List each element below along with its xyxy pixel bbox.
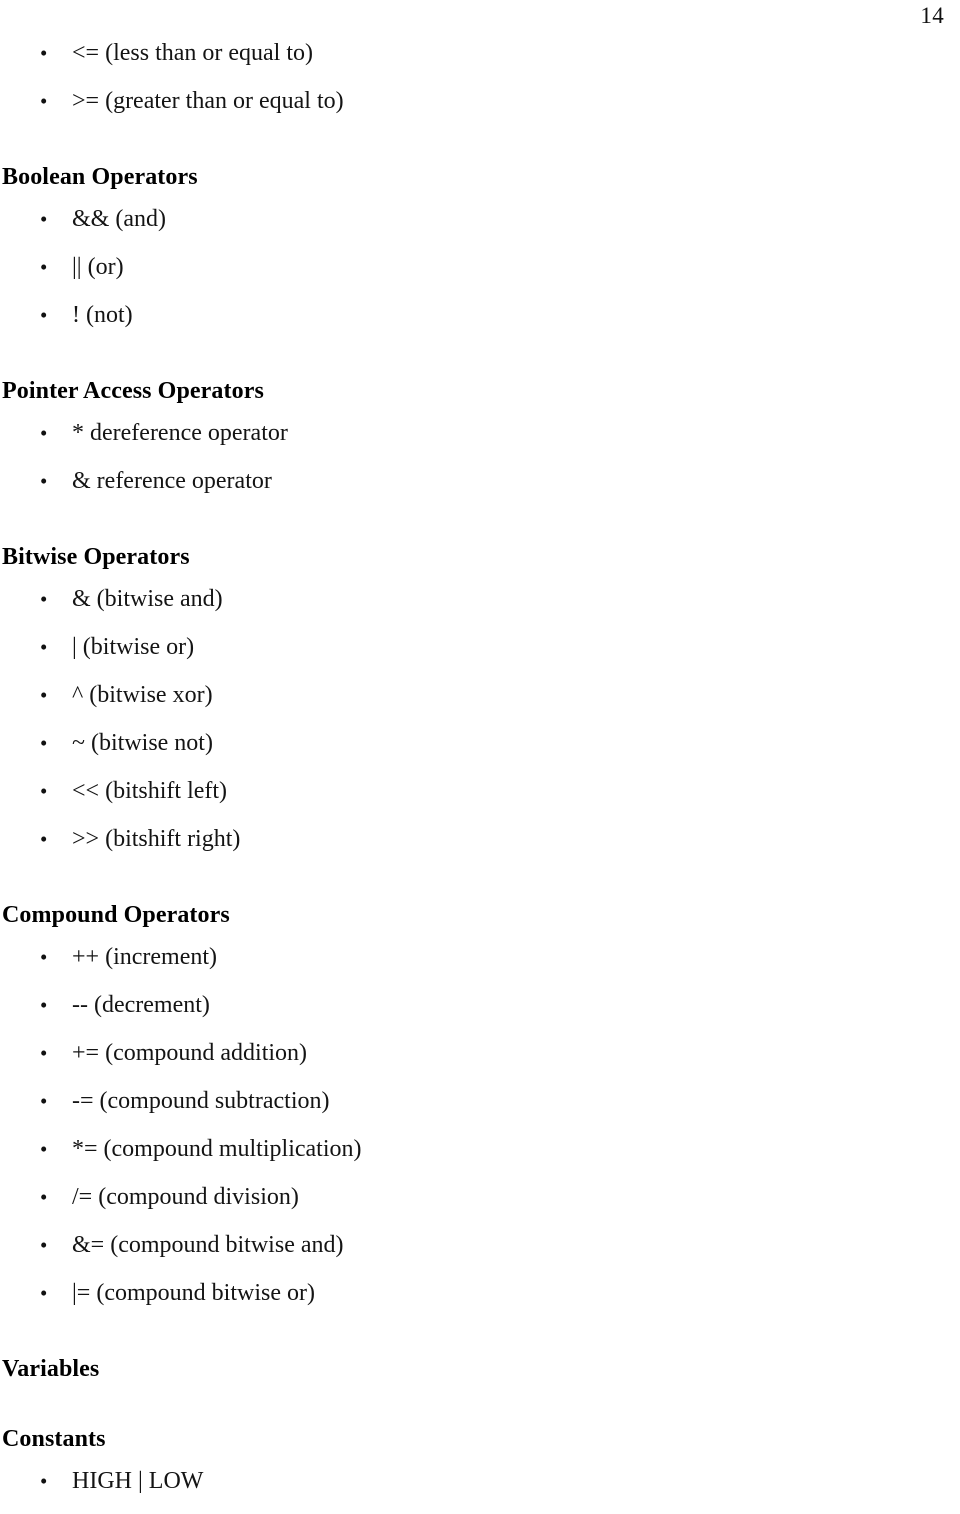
bullet-icon: • bbox=[40, 1185, 48, 1209]
list-item-label: << (bitshift left) bbox=[72, 778, 228, 804]
bullet-icon: • bbox=[40, 1089, 48, 1113]
bullet-icon: • bbox=[40, 945, 48, 969]
list-item-label: *= (compound multiplication) bbox=[72, 1136, 362, 1162]
heading-spacer bbox=[0, 192, 900, 204]
list-item-label: ^ (bitwise xor) bbox=[72, 682, 213, 708]
list-item: • /= (compound division) bbox=[0, 1182, 900, 1230]
bullet-icon: • bbox=[40, 731, 48, 755]
list-item-label: & reference operator bbox=[72, 468, 272, 494]
heading-spacer bbox=[0, 1384, 900, 1396]
list-item-label: * dereference operator bbox=[72, 420, 288, 446]
list-item-label: ++ (increment) bbox=[72, 944, 218, 970]
list-item-label: || (or) bbox=[72, 254, 124, 280]
section-heading: Constants bbox=[2, 1426, 106, 1452]
bullet-icon: • bbox=[40, 1233, 48, 1257]
list-item-label: -- (decrement) bbox=[72, 992, 210, 1018]
list-item: • ! (not) bbox=[0, 300, 900, 348]
intro-bullet-list: • <= (less than or equal to) • >= (greater … bbox=[0, 38, 900, 134]
list-item: • & (bitwise and) bbox=[0, 584, 900, 632]
list-item-label: HIGH | LOW bbox=[72, 1468, 204, 1494]
list-item-label: >= (greater than or equal to) bbox=[72, 88, 344, 114]
section-heading: Pointer Access Operators bbox=[2, 378, 264, 404]
bullet-icon: • bbox=[40, 1281, 48, 1305]
list-item: • << (bitshift left) bbox=[0, 776, 900, 824]
bullet-icon: • bbox=[40, 469, 48, 493]
bullet-icon: • bbox=[40, 635, 48, 659]
bullet-icon: • bbox=[40, 207, 48, 231]
bullet-icon: • bbox=[40, 779, 48, 803]
heading-spacer bbox=[0, 1454, 900, 1466]
list-item-label: >> (bitshift right) bbox=[72, 826, 241, 852]
list-item: • & reference operator bbox=[0, 466, 900, 514]
section-heading: Boolean Operators bbox=[2, 164, 198, 190]
section-heading: Compound Operators bbox=[2, 902, 230, 928]
list-item-label: ~ (bitwise not) bbox=[72, 730, 213, 756]
list-item-label: | (bitwise or) bbox=[72, 634, 195, 660]
list-item: • || (or) bbox=[0, 252, 900, 300]
section-heading: Variables bbox=[2, 1356, 100, 1382]
list-item: • -- (decrement) bbox=[0, 990, 900, 1038]
heading-spacer bbox=[0, 930, 900, 942]
bullet-icon: • bbox=[40, 993, 48, 1017]
section-heading: Bitwise Operators bbox=[2, 544, 190, 570]
document-page: 14 • <= (less than or equal to) • >= (great… bbox=[0, 0, 960, 1494]
bullet-icon: • bbox=[40, 683, 48, 707]
list-item: • <= (less than or equal to) bbox=[0, 38, 900, 86]
bullet-list: • && (and) • || (or) • ! (not) bbox=[0, 204, 900, 348]
bullet-icon: • bbox=[40, 1469, 48, 1493]
list-item: • &= (compound bitwise and) bbox=[0, 1230, 900, 1278]
list-item: • && (and) bbox=[0, 204, 900, 252]
page-content: • <= (less than or equal to) • >= (greater … bbox=[0, 38, 900, 1514]
bullet-list: • ++ (increment) • -- (decrement) • += (compo… bbox=[0, 942, 900, 1326]
bullet-icon: • bbox=[40, 1041, 48, 1065]
bullet-icon: • bbox=[40, 255, 48, 279]
list-item: • >> (bitshift right) bbox=[0, 824, 900, 872]
list-item: • | (bitwise or) bbox=[0, 632, 900, 680]
bullet-icon: • bbox=[40, 421, 48, 445]
list-item: • ^ (bitwise xor) bbox=[0, 680, 900, 728]
bullet-icon: • bbox=[40, 41, 48, 65]
list-item: • += (compound addition) bbox=[0, 1038, 900, 1086]
list-item-label: |= (compound bitwise or) bbox=[72, 1280, 315, 1306]
bullet-list: • HIGH | LOW bbox=[0, 1466, 900, 1514]
list-item: • >= (greater than or equal to) bbox=[0, 86, 900, 134]
list-item: • ~ (bitwise not) bbox=[0, 728, 900, 776]
bullet-list: • & (bitwise and) • | (bitwise or) • ^ (bitwi… bbox=[0, 584, 900, 872]
page-number: 14 bbox=[920, 3, 944, 28]
list-item: • * dereference operator bbox=[0, 418, 900, 466]
bullet-list: • * dereference operator • & reference oper… bbox=[0, 418, 900, 514]
list-item: • -= (compound subtraction) bbox=[0, 1086, 900, 1134]
list-item-label: ! (not) bbox=[72, 302, 133, 328]
heading-spacer bbox=[0, 406, 900, 418]
list-item: • ++ (increment) bbox=[0, 942, 900, 990]
bullet-icon: • bbox=[40, 827, 48, 851]
list-item-label: += (compound addition) bbox=[72, 1040, 308, 1066]
list-item: • *= (compound multiplication) bbox=[0, 1134, 900, 1182]
bullet-icon: • bbox=[40, 303, 48, 327]
list-item-label: & (bitwise and) bbox=[72, 586, 223, 612]
sections-container: Boolean Operators • && (and) • || (or) • ! (no… bbox=[0, 134, 900, 1514]
list-item-label: -= (compound subtraction) bbox=[72, 1088, 330, 1114]
bullet-icon: • bbox=[40, 587, 48, 611]
list-item-label: <= (less than or equal to) bbox=[72, 40, 314, 66]
list-item-label: &= (compound bitwise and) bbox=[72, 1232, 344, 1258]
list-item-label: && (and) bbox=[72, 206, 166, 232]
list-item: • HIGH | LOW bbox=[0, 1466, 900, 1514]
bullet-icon: • bbox=[40, 1137, 48, 1161]
bullet-icon: • bbox=[40, 89, 48, 113]
list-item-label: /= (compound division) bbox=[72, 1184, 299, 1210]
list-item: • |= (compound bitwise or) bbox=[0, 1278, 900, 1326]
heading-spacer bbox=[0, 572, 900, 584]
